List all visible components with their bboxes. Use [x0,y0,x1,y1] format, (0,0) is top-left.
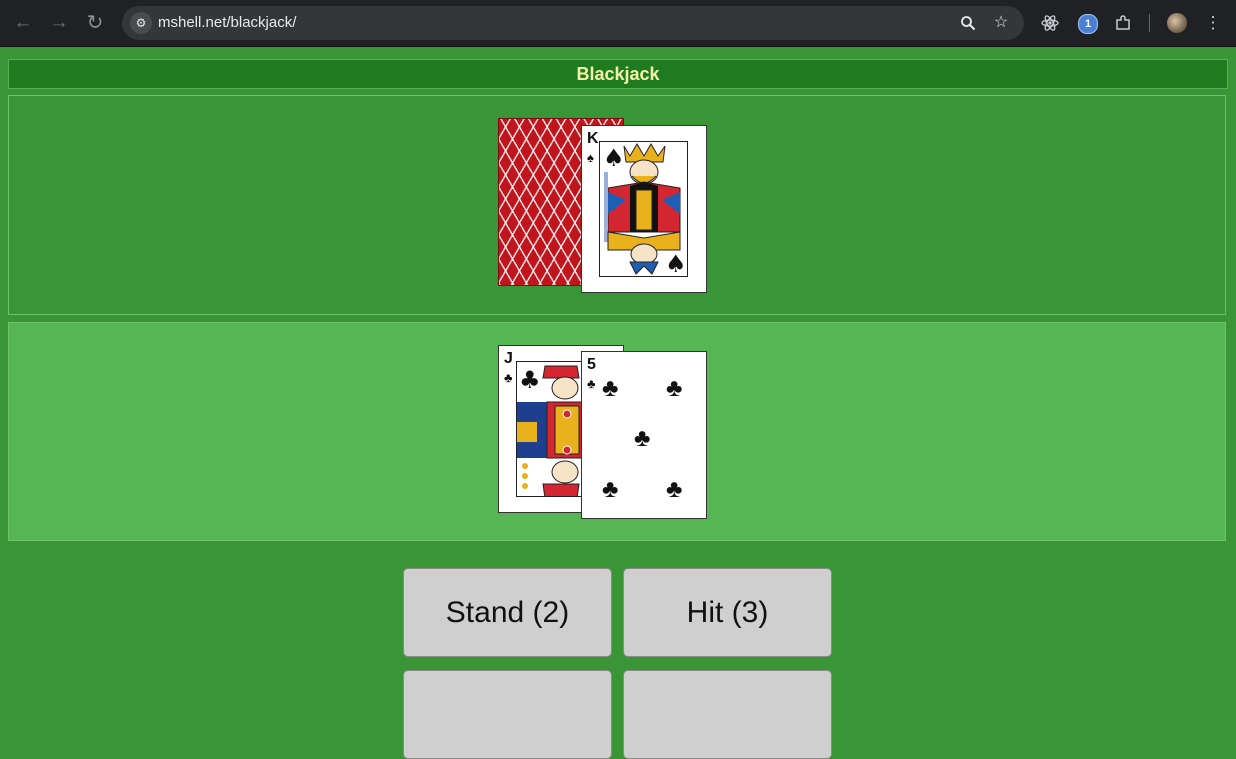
club-pip: ♣ [666,475,683,503]
card-suit: ♣ [587,376,596,391]
club-pip: ♣ [602,374,619,402]
card-suit: ♣ [504,370,513,385]
back-icon[interactable]: ← [9,9,37,37]
browser-toolbar: ← → ↻ ⚙ mshell.net/blackjack/ ☆ 1 ⋮ [0,0,1236,47]
svg-text:♠: ♠ [603,144,625,172]
bookmark-star-icon[interactable]: ☆ [989,11,1013,35]
svg-text:♠: ♠ [665,250,687,277]
react-devtools-icon[interactable] [1037,10,1063,36]
reload-icon[interactable]: ↻ [81,9,109,37]
club-pip: ♣ [634,424,651,452]
forward-icon[interactable]: → [45,9,73,37]
profile-avatar[interactable] [1167,13,1187,33]
club-pip: ♣ [602,475,619,503]
hit-button[interactable]: Hit (3) [623,568,832,657]
king-face-art: ♠ ♠ [599,141,688,277]
toolbar-separator [1149,14,1150,32]
player-hand-area: J ♣ ♣ 5 ♣ ♣ ♣ ♣ ♣ ♣ [8,322,1226,541]
card-rank: J [504,350,513,367]
site-info-icon[interactable]: ⚙ [130,12,152,34]
card-rank: 5 [587,356,596,373]
dealer-card-king-spades: K ♠ ♠ ♠ [581,125,707,293]
dealer-hand-area: K ♠ ♠ ♠ [8,95,1226,315]
address-bar[interactable]: ⚙ mshell.net/blackjack/ ☆ [122,6,1024,40]
extra-action-button-right[interactable] [623,670,832,759]
menu-icon[interactable]: ⋮ [1200,10,1226,36]
extra-action-button-left[interactable] [403,670,612,759]
onepassword-icon[interactable]: 1 [1078,14,1098,34]
card-rank: K [587,130,599,147]
player-card-five-clubs: 5 ♣ ♣ ♣ ♣ ♣ ♣ [581,351,707,519]
svg-text:♣: ♣ [519,366,541,394]
zoom-icon[interactable] [956,11,980,35]
card-suit: ♠ [587,150,594,165]
stand-button[interactable]: Stand (2) [403,568,612,657]
game-title: Blackjack [8,59,1228,89]
extensions-icon[interactable] [1110,10,1136,36]
club-pip: ♣ [666,374,683,402]
url-text[interactable]: mshell.net/blackjack/ [158,6,296,40]
